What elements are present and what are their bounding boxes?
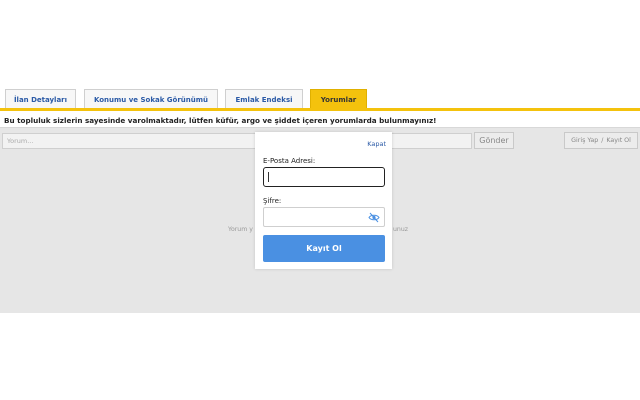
page: İlan Detayları Konumu ve Sokak Görünümü …	[0, 0, 640, 400]
auth-separator: /	[601, 137, 604, 144]
register-button[interactable]: Kayıt Ol	[263, 235, 385, 262]
send-button[interactable]: Gönder	[474, 132, 514, 149]
tab-label: Emlak Endeksi	[235, 96, 293, 104]
text-caret	[268, 172, 269, 182]
comment-placeholder: Yorum...	[7, 137, 34, 145]
password-field[interactable]	[263, 207, 385, 227]
email-field[interactable]	[263, 167, 385, 187]
tab-label: Konumu ve Sokak Görünümü	[93, 96, 209, 104]
eye-slash-icon[interactable]	[368, 212, 380, 223]
tab-bar: İlan Detayları Konumu ve Sokak Görünümü …	[0, 89, 640, 110]
password-label: Şifre:	[263, 197, 282, 205]
auth-links: Giriş Yap / Kayıt Ol	[564, 132, 638, 149]
community-notice: Bu topluluk sizlerin sayesinde varolmakt…	[4, 116, 437, 125]
tab-ilan-detaylari[interactable]: İlan Detayları	[5, 89, 76, 110]
empty-message-right: unuz	[393, 226, 409, 233]
tab-label: Yorumlar	[320, 96, 357, 104]
register-modal: Kapat E-Posta Adresi: Şifre: Kayıt Ol	[255, 132, 392, 269]
register-link[interactable]: Kayıt Ol	[606, 137, 631, 144]
tab-label: İlan Detayları	[13, 96, 68, 104]
empty-message-left: Yorum y	[228, 226, 253, 233]
comment-input[interactable]: Yorum...	[2, 133, 472, 149]
tab-yorumlar[interactable]: Yorumlar	[310, 89, 367, 110]
email-label: E-Posta Adresi:	[263, 157, 316, 165]
login-link[interactable]: Giriş Yap	[571, 137, 598, 144]
tab-underline	[0, 108, 640, 111]
close-link[interactable]: Kapat	[367, 140, 386, 148]
tab-emlak-endeksi[interactable]: Emlak Endeksi	[225, 89, 303, 110]
tab-konum-sokak[interactable]: Konumu ve Sokak Görünümü	[84, 89, 218, 110]
